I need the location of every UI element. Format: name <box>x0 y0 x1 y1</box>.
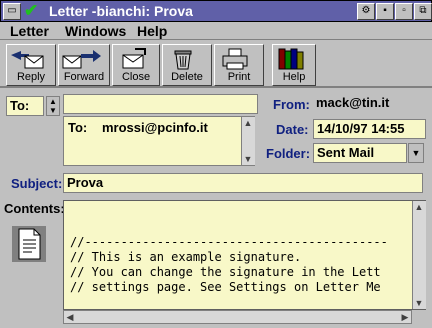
to-address-input[interactable] <box>63 94 258 114</box>
message-body[interactable]: //--------------------------------------… <box>63 200 426 310</box>
menu-help[interactable]: Help <box>137 23 167 39</box>
toolbar: Reply Forward Close Delete Print Help <box>0 41 432 88</box>
scroll-down-icon[interactable]: ▼ <box>242 153 254 165</box>
help-button[interactable]: Help <box>272 44 316 86</box>
system-menu-button[interactable]: ▭ <box>3 3 21 20</box>
reply-icon <box>11 51 44 69</box>
body-line: //--------------------------------------… <box>70 235 388 249</box>
scroll-left-icon[interactable]: ◀ <box>64 311 76 323</box>
scroll-up-icon[interactable]: ▲ <box>242 117 254 129</box>
books-icon <box>278 48 304 70</box>
folder-label: Folder: <box>266 146 311 161</box>
delete-button[interactable]: Delete <box>162 44 212 86</box>
body-vertical-scrollbar[interactable]: ▲ ▼ <box>412 201 426 309</box>
body-line: // You can change the signature in the L… <box>70 265 381 279</box>
title-bar: ▭ ✔ Letter -bianchi: Prova ⚙ ▪ ▫ ⧉ <box>0 0 432 22</box>
window-title: Letter -bianchi: Prova <box>49 3 193 19</box>
body-horizontal-scrollbar[interactable]: ◀ ▶ <box>63 310 412 324</box>
restore-button[interactable]: ⧉ <box>414 3 432 20</box>
subject-input[interactable]: Prova <box>63 173 423 193</box>
delete-label: Delete <box>171 71 203 83</box>
checkmark-icon: ✔ <box>24 1 39 20</box>
recipients-list[interactable]: To: mrossi@pcinfo.it <box>63 116 255 166</box>
minimize-button[interactable]: ▪ <box>376 3 394 20</box>
trash-icon <box>174 50 192 70</box>
body-line: // This is an example signature. <box>70 250 302 264</box>
tile-icon[interactable]: ⚙ <box>357 3 375 20</box>
scroll-up-icon[interactable]: ▲ <box>413 201 425 213</box>
chevron-down-icon[interactable]: ▼ <box>408 143 424 163</box>
recipients-label: To: <box>68 120 88 135</box>
contents-label: Contents: <box>4 201 65 216</box>
recipients-value: mrossi@pcinfo.it <box>102 120 208 135</box>
reply-button[interactable]: Reply <box>6 44 56 86</box>
from-label: From: <box>273 97 310 112</box>
to-type-select[interactable]: To: <box>6 96 44 116</box>
printer-icon <box>222 48 248 70</box>
print-button[interactable]: Print <box>214 44 264 86</box>
reply-label: Reply <box>16 71 46 83</box>
scroll-right-icon[interactable]: ▶ <box>399 311 411 323</box>
body-line: // settings page. See Settings on Letter… <box>70 280 381 294</box>
close-label: Close <box>121 71 151 83</box>
from-value: mack@tin.it <box>313 94 425 114</box>
maximize-button[interactable]: ▫ <box>395 3 413 20</box>
scroll-down-icon[interactable]: ▼ <box>413 297 425 309</box>
to-type-spinner[interactable]: ▲ ▼ <box>46 96 60 116</box>
date-label: Date: <box>276 122 309 137</box>
print-label: Print <box>227 71 251 83</box>
date-value: 14/10/97 14:55 <box>313 119 426 139</box>
help-label: Help <box>282 71 306 83</box>
forward-label: Forward <box>63 71 105 83</box>
forward-icon <box>62 50 101 69</box>
folder-select[interactable]: Sent Mail <box>313 143 407 163</box>
forward-button[interactable]: Forward <box>58 44 110 86</box>
subject-label: Subject: <box>11 176 63 191</box>
close-envelope-icon <box>122 48 146 69</box>
close-button[interactable]: Close <box>112 44 160 86</box>
recipients-scrollbar[interactable]: ▲ ▼ <box>241 117 255 165</box>
menu-windows[interactable]: Windows <box>65 23 126 39</box>
document-icon <box>12 226 46 262</box>
menu-bar: Letter Windows Help <box>0 22 432 40</box>
menu-letter[interactable]: Letter <box>10 23 49 39</box>
